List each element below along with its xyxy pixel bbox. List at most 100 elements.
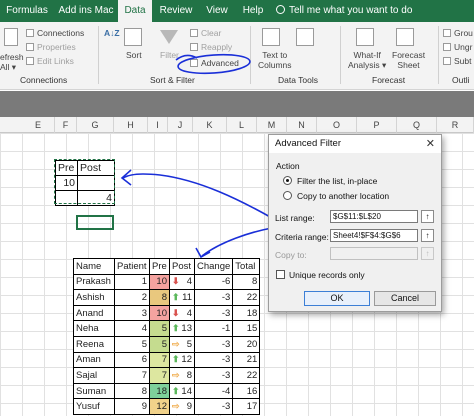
column-header-i[interactable]: I (148, 117, 168, 133)
active-cell-selection[interactable] (76, 215, 114, 230)
cell-name[interactable]: Yusuf (73, 398, 115, 415)
copy-to-collapse-icon[interactable]: ↑ (421, 247, 434, 260)
cell-pre[interactable]: 10 (149, 273, 170, 291)
column-header-r[interactable]: R (437, 117, 474, 133)
cell-post[interactable]: ⬇ 4 (169, 304, 195, 322)
column-header-m[interactable]: M (257, 117, 287, 133)
cell-pre[interactable]: 12 (149, 398, 170, 415)
tab-view[interactable]: View (200, 0, 234, 22)
radio-filter-in-place[interactable] (283, 176, 292, 185)
tab-help[interactable]: Help (238, 0, 268, 22)
cell-patient[interactable]: 3 (114, 304, 150, 322)
cell-change[interactable]: -1 (193, 320, 234, 337)
cell-total[interactable]: 17 (232, 398, 261, 415)
header-name[interactable]: Name (73, 258, 115, 275)
cell-pre[interactable]: 7 (149, 351, 170, 369)
cell-name[interactable]: Aman (73, 351, 115, 369)
list-range-collapse-icon[interactable]: ↑ (421, 210, 434, 223)
column-header-e[interactable]: E (22, 117, 55, 133)
cell-total[interactable]: 18 (232, 304, 261, 322)
cell-patient[interactable]: 2 (114, 289, 150, 306)
cell-patient[interactable]: 7 (114, 367, 150, 384)
column-header-g[interactable]: G (77, 117, 114, 133)
cell-total[interactable]: 22 (232, 367, 261, 384)
cell-post[interactable]: ⬇ 4 (169, 273, 195, 291)
cell-pre[interactable]: 10 (149, 304, 170, 322)
what-if-analysis-button[interactable]: What-If Analysis ▾ (348, 50, 386, 70)
unique-records-checkbox[interactable] (276, 270, 285, 279)
copy-to-input[interactable] (330, 247, 418, 260)
unique-records-label[interactable]: Unique records only (289, 270, 365, 280)
cell-name[interactable]: Ashish (73, 289, 115, 306)
column-header-q[interactable]: Q (397, 117, 437, 133)
properties-button[interactable]: Properties (26, 42, 76, 52)
clear-button[interactable]: Clear (190, 28, 221, 38)
cell-total[interactable]: 21 (232, 351, 261, 369)
cell-post[interactable]: ⇨ 5 (169, 335, 195, 353)
tell-me-box[interactable]: Tell me what you want to do (276, 0, 412, 22)
sort-az-button[interactable]: A↓Z (104, 28, 120, 38)
list-range-input[interactable]: $G$11:$L$20 (330, 210, 418, 223)
cell-change[interactable]: -3 (193, 398, 234, 415)
cell-pre[interactable]: 7 (149, 367, 170, 384)
cell-change[interactable]: -3 (193, 304, 234, 322)
cell-change[interactable]: -3 (193, 367, 234, 384)
cell-post[interactable]: ⬆ 14 (169, 382, 195, 400)
ok-button[interactable]: OK (304, 291, 370, 306)
column-header-f[interactable]: F (55, 117, 77, 133)
header-post[interactable]: Post (169, 258, 195, 275)
ungroup-button[interactable]: Ungr (443, 42, 472, 52)
cell-post[interactable]: ⇨ 8 (169, 367, 195, 384)
filter-button[interactable]: Filter (160, 50, 179, 60)
cell-patient[interactable]: 1 (114, 273, 150, 291)
cell-patient[interactable]: 9 (114, 398, 150, 415)
cell-change[interactable]: -4 (193, 382, 234, 400)
column-header-j[interactable]: J (168, 117, 193, 133)
column-header-n[interactable]: N (287, 117, 317, 133)
cell-total[interactable]: 22 (232, 289, 261, 306)
cell-patient[interactable]: 4 (114, 320, 150, 337)
cell-pre[interactable]: 5 (149, 320, 170, 337)
cell-patient[interactable]: 8 (114, 382, 150, 400)
cell-total[interactable]: 15 (232, 320, 261, 337)
cell-name[interactable]: Prakash (73, 273, 115, 291)
column-header-h[interactable]: H (114, 117, 148, 133)
cell-pre[interactable]: 18 (149, 382, 170, 400)
cell-total[interactable]: 8 (232, 273, 261, 291)
column-header-p[interactable]: P (357, 117, 397, 133)
cancel-button[interactable]: Cancel (374, 291, 436, 306)
cell-pre[interactable]: 8 (149, 289, 170, 306)
header-pre[interactable]: Pre (149, 258, 170, 275)
criteria-range-collapse-icon[interactable]: ↑ (421, 229, 434, 242)
cell-pre[interactable]: 5 (149, 335, 170, 353)
tab-add-ins-mac[interactable]: Add ins Mac (54, 0, 118, 22)
tab-formulas[interactable]: Formulas (0, 0, 54, 22)
cell-name[interactable]: Anand (73, 304, 115, 322)
sort-button[interactable]: Sort (126, 50, 142, 60)
cell-post[interactable]: ⬆ 11 (169, 289, 195, 306)
cell-post[interactable]: ⇨ 9 (169, 398, 195, 415)
cell-patient[interactable]: 5 (114, 335, 150, 353)
header-patient[interactable]: Patient (114, 258, 150, 275)
text-to-columns-button[interactable]: Text to Columns (258, 50, 292, 70)
cell-total[interactable]: 16 (232, 382, 261, 400)
column-header-k[interactable]: K (193, 117, 227, 133)
column-header-o[interactable]: O (317, 117, 357, 133)
cell-name[interactable]: Reena (73, 335, 115, 353)
refresh-all-button[interactable]: efresh All ▾ (0, 52, 24, 72)
cell-total[interactable]: 20 (232, 335, 261, 353)
criteria-range-input[interactable]: Sheet4!$F$4:$G$6 (330, 229, 418, 242)
tab-review[interactable]: Review (156, 0, 196, 22)
cell-patient[interactable]: 6 (114, 351, 150, 369)
cell-change[interactable]: -3 (193, 335, 234, 353)
header-total[interactable]: Total (232, 258, 261, 275)
cell-name[interactable]: Suman (73, 382, 115, 400)
forecast-sheet-button[interactable]: Forecast Sheet (392, 50, 425, 70)
close-icon[interactable]: ✕ (426, 135, 435, 153)
advanced-filter-button[interactable]: Advanced (190, 58, 239, 68)
cell-change[interactable]: -3 (193, 351, 234, 369)
cell-post[interactable]: ⬆ 13 (169, 320, 195, 337)
group-button[interactable]: Grou (443, 28, 473, 38)
reapply-button[interactable]: Reapply (190, 42, 232, 52)
radio-copy-to-location[interactable] (283, 191, 292, 200)
